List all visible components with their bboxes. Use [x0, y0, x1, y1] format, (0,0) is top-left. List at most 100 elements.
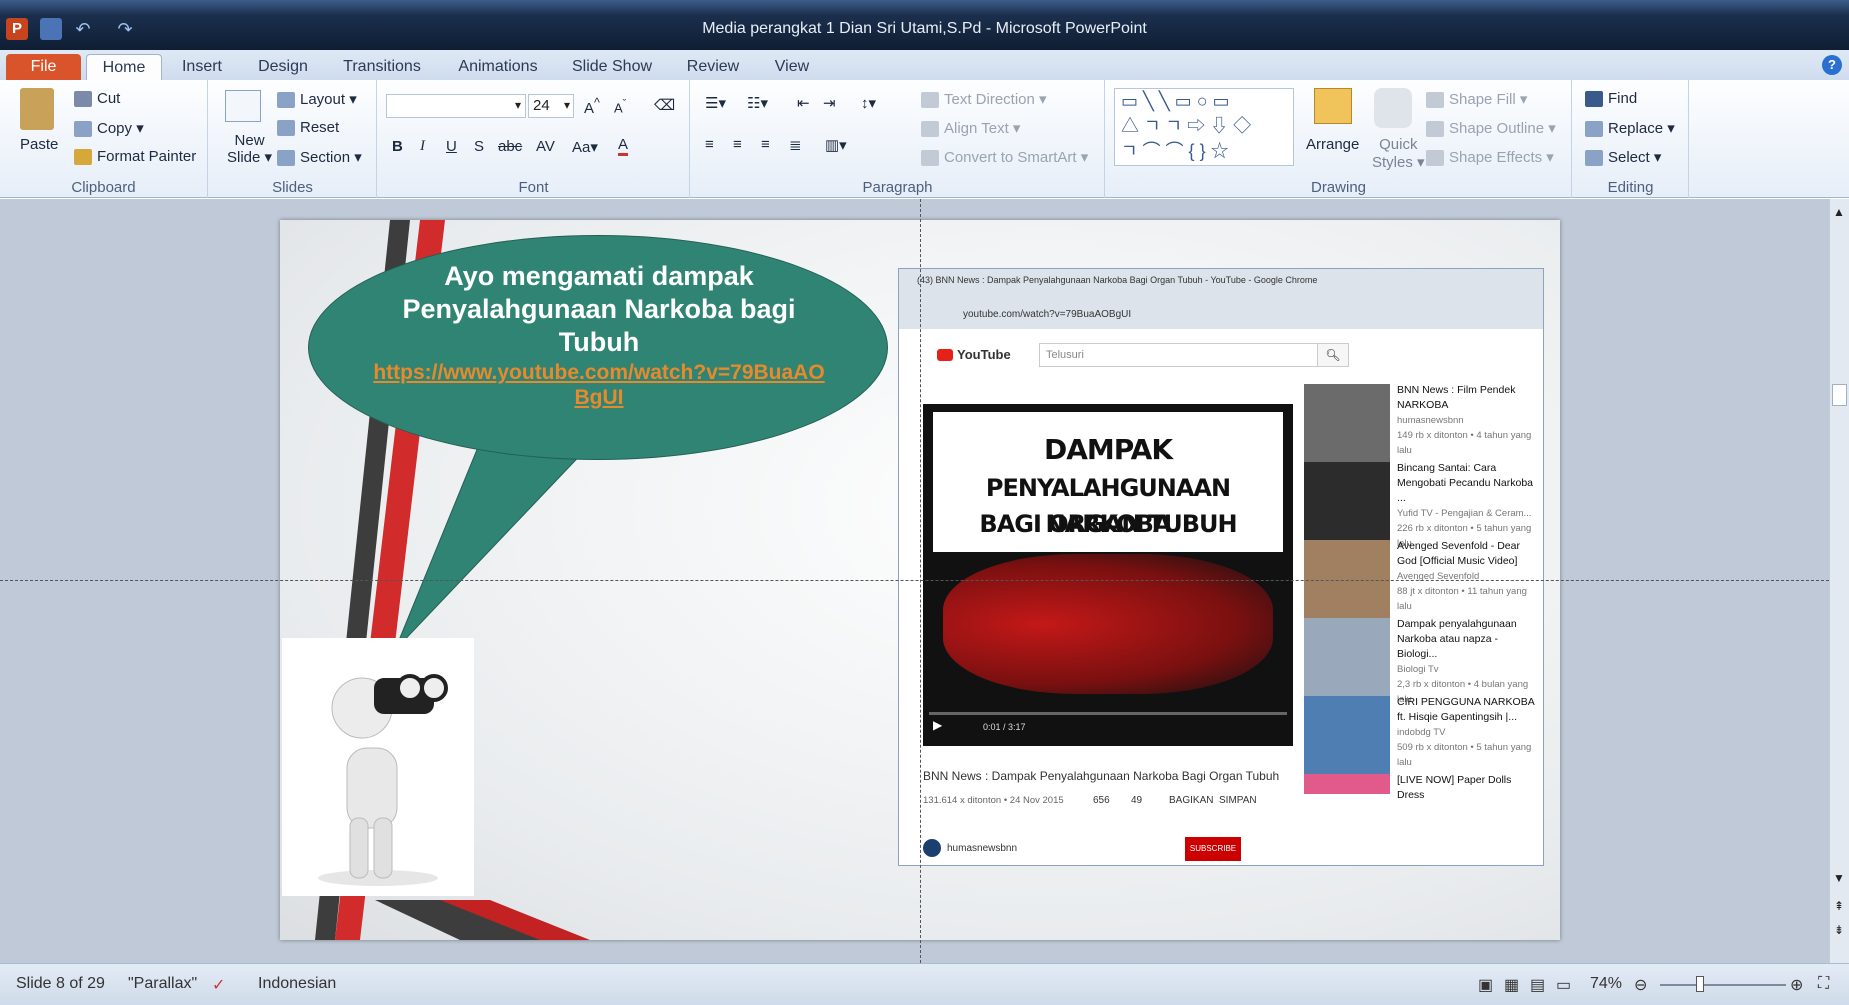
scroll-down-icon[interactable]: ▼ — [1833, 871, 1845, 885]
bold-button[interactable]: B — [392, 138, 403, 155]
format-painter-button[interactable]: Format Painter — [74, 148, 196, 166]
scroll-up-icon[interactable]: ▲ — [1833, 205, 1845, 219]
shape-effects-button[interactable]: Shape Effects ▾ — [1426, 148, 1554, 167]
search-icon[interactable]: 🔍︎ — [1317, 343, 1349, 367]
find-button[interactable]: Find — [1585, 90, 1637, 108]
next-slide-icon[interactable]: ⇟ — [1834, 923, 1844, 937]
horizontal-guide[interactable] — [0, 580, 1829, 581]
font-size-combo[interactable]: 24 ▾ — [528, 94, 574, 118]
video-progress-bar[interactable] — [929, 712, 1287, 715]
shrink-font-button[interactable]: Aˇ — [614, 98, 626, 115]
align-center-button[interactable]: ≡ — [733, 136, 742, 153]
tab-home[interactable]: Home — [86, 54, 162, 80]
share-button[interactable]: BAGIKAN — [1169, 795, 1213, 806]
related-item-6[interactable]: [LIVE NOW] Paper Dolls Dress — [1397, 773, 1537, 803]
cut-button[interactable]: Cut — [74, 90, 120, 108]
columns-button[interactable]: ▥▾ — [825, 136, 847, 154]
layout-button[interactable]: Layout ▾ — [277, 90, 357, 109]
binoculars-figure-image[interactable] — [282, 638, 474, 896]
related-item-2[interactable]: Bincang Santai: Cara Mengobati Pecandu N… — [1397, 461, 1537, 551]
related-thumb-2[interactable] — [1304, 462, 1390, 540]
convert-smartart-button[interactable]: Convert to SmartArt ▾ — [921, 148, 1088, 167]
copy-button[interactable]: Copy ▾ — [74, 119, 144, 138]
new-slide-button[interactable]: New Slide ▾ — [227, 132, 272, 166]
related-item-3[interactable]: Avenged Sevenfold - Dear God [Official M… — [1397, 539, 1537, 614]
zoom-in-icon[interactable]: ⊕ — [1790, 975, 1803, 995]
tab-transitions[interactable]: Transitions — [334, 54, 430, 80]
decrease-indent-button[interactable]: ⇤ — [797, 94, 810, 112]
shape-outline-button[interactable]: Shape Outline ▾ — [1426, 119, 1556, 138]
zoom-out-icon[interactable]: ⊖ — [1634, 975, 1647, 995]
slide-sorter-icon[interactable]: ▦ — [1504, 975, 1519, 995]
tab-insert[interactable]: Insert — [172, 54, 232, 80]
vertical-guide[interactable] — [920, 199, 921, 963]
align-text-button[interactable]: Align Text ▾ — [921, 119, 1020, 138]
subscribe-button[interactable]: SUBSCRIBE — [1185, 837, 1241, 861]
select-button[interactable]: Select ▾ — [1585, 148, 1661, 167]
related-item-5[interactable]: CIRI PENGGUNA NARKOBA ft. Hisqie Gapenti… — [1397, 695, 1537, 770]
paste-button[interactable]: Paste — [20, 136, 58, 153]
theme-name[interactable]: "Parallax" — [128, 975, 197, 993]
reading-view-icon[interactable]: ▤ — [1530, 975, 1545, 995]
shadow-button[interactable]: S — [474, 138, 484, 155]
spellcheck-icon[interactable]: ✓ — [212, 975, 225, 995]
change-case-button[interactable]: Aa▾ — [572, 138, 598, 156]
font-color-button[interactable]: A — [618, 136, 629, 156]
prev-slide-icon[interactable]: ⇞ — [1834, 899, 1844, 913]
arrange-button[interactable]: Arrange — [1306, 136, 1359, 153]
normal-view-icon[interactable]: ▣ — [1478, 975, 1493, 995]
speech-bubble[interactable]: Ayo mengamati dampak Penyalahgunaan Nark… — [308, 235, 888, 460]
replace-button[interactable]: Replace ▾ — [1585, 119, 1675, 138]
save-video-button[interactable]: SIMPAN — [1219, 795, 1257, 806]
related-thumb-3[interactable] — [1304, 540, 1390, 618]
related-item-4[interactable]: Dampak penyalahgunaan Narkoba atau napza… — [1397, 617, 1537, 707]
shapes-gallery[interactable]: ▭╲╲▭○▭ △ㄱㄱ⇨⇩◇ ㄱ⌒⌒{}☆ — [1114, 88, 1294, 166]
related-item-1[interactable]: BNN News : Film Pendek NARKOBA humasnewsb… — [1397, 383, 1537, 458]
video-player[interactable]: DAMPAK PENYALAHGUNAAN NARKOBA BAGI ORGAN… — [923, 404, 1293, 746]
shape-fill-button[interactable]: Shape Fill ▾ — [1426, 90, 1527, 109]
numbering-button[interactable]: ☷▾ — [747, 94, 768, 112]
italic-button[interactable]: I — [420, 138, 425, 155]
zoom-slider-thumb[interactable] — [1696, 976, 1704, 992]
language-indicator[interactable]: Indonesian — [258, 975, 336, 993]
char-spacing-button[interactable]: AV — [536, 138, 555, 155]
help-icon[interactable]: ? — [1822, 55, 1842, 75]
line-spacing-button[interactable]: ↕▾ — [861, 94, 876, 112]
align-left-button[interactable]: ≡ — [705, 136, 714, 153]
grow-font-button[interactable]: A^ — [584, 96, 600, 117]
related-thumb-6[interactable] — [1304, 774, 1390, 794]
underline-button[interactable]: U — [446, 138, 457, 155]
fit-slide-icon[interactable]: ⛶ — [1818, 975, 1829, 993]
justify-button[interactable]: ≣ — [789, 136, 802, 154]
tab-slide-show[interactable]: Slide Show — [566, 54, 658, 80]
strikethrough-button[interactable]: abc — [498, 138, 522, 155]
scroll-thumb[interactable] — [1832, 384, 1847, 406]
tab-animations[interactable]: Animations — [450, 54, 546, 80]
text-direction-button[interactable]: Text Direction ▾ — [921, 90, 1047, 109]
reset-button[interactable]: Reset — [277, 119, 339, 137]
clear-format-icon[interactable]: ⌫ — [654, 96, 675, 114]
vertical-scrollbar[interactable]: ▲ ▼ ⇞ ⇟ — [1829, 199, 1849, 963]
zoom-slider[interactable] — [1660, 984, 1786, 986]
slideshow-view-icon[interactable]: ▭ — [1556, 975, 1571, 995]
related-thumb-5[interactable] — [1304, 696, 1390, 774]
zoom-level[interactable]: 74% — [1590, 975, 1622, 993]
youtube-search-input[interactable]: Telusuri — [1039, 343, 1319, 367]
related-thumb-4[interactable] — [1304, 618, 1390, 696]
tab-design[interactable]: Design — [252, 54, 314, 80]
quick-styles-button[interactable]: Quick Styles ▾ — [1372, 136, 1425, 172]
play-icon[interactable]: ▶ — [933, 718, 942, 732]
increase-indent-button[interactable]: ⇥ — [823, 94, 836, 112]
youtube-screenshot-image[interactable]: (43) BNN News : Dampak Penyalahgunaan Na… — [898, 268, 1544, 866]
like-count[interactable]: 656 — [1093, 795, 1110, 806]
bullets-button[interactable]: ☰▾ — [705, 94, 726, 112]
align-right-button[interactable]: ≡ — [761, 136, 770, 153]
bubble-link[interactable]: https://www.youtube.com/watch?v=79BuaAOB… — [369, 360, 829, 410]
bubble-text[interactable]: Ayo mengamati dampak Penyalahgunaan Nark… — [369, 260, 829, 359]
tab-file[interactable]: File — [6, 54, 81, 80]
related-thumb-1[interactable] — [1304, 384, 1390, 462]
tab-review[interactable]: Review — [680, 54, 746, 80]
section-button[interactable]: Section ▾ — [277, 148, 362, 167]
tab-view[interactable]: View — [766, 54, 818, 80]
dislike-count[interactable]: 49 — [1131, 795, 1142, 806]
